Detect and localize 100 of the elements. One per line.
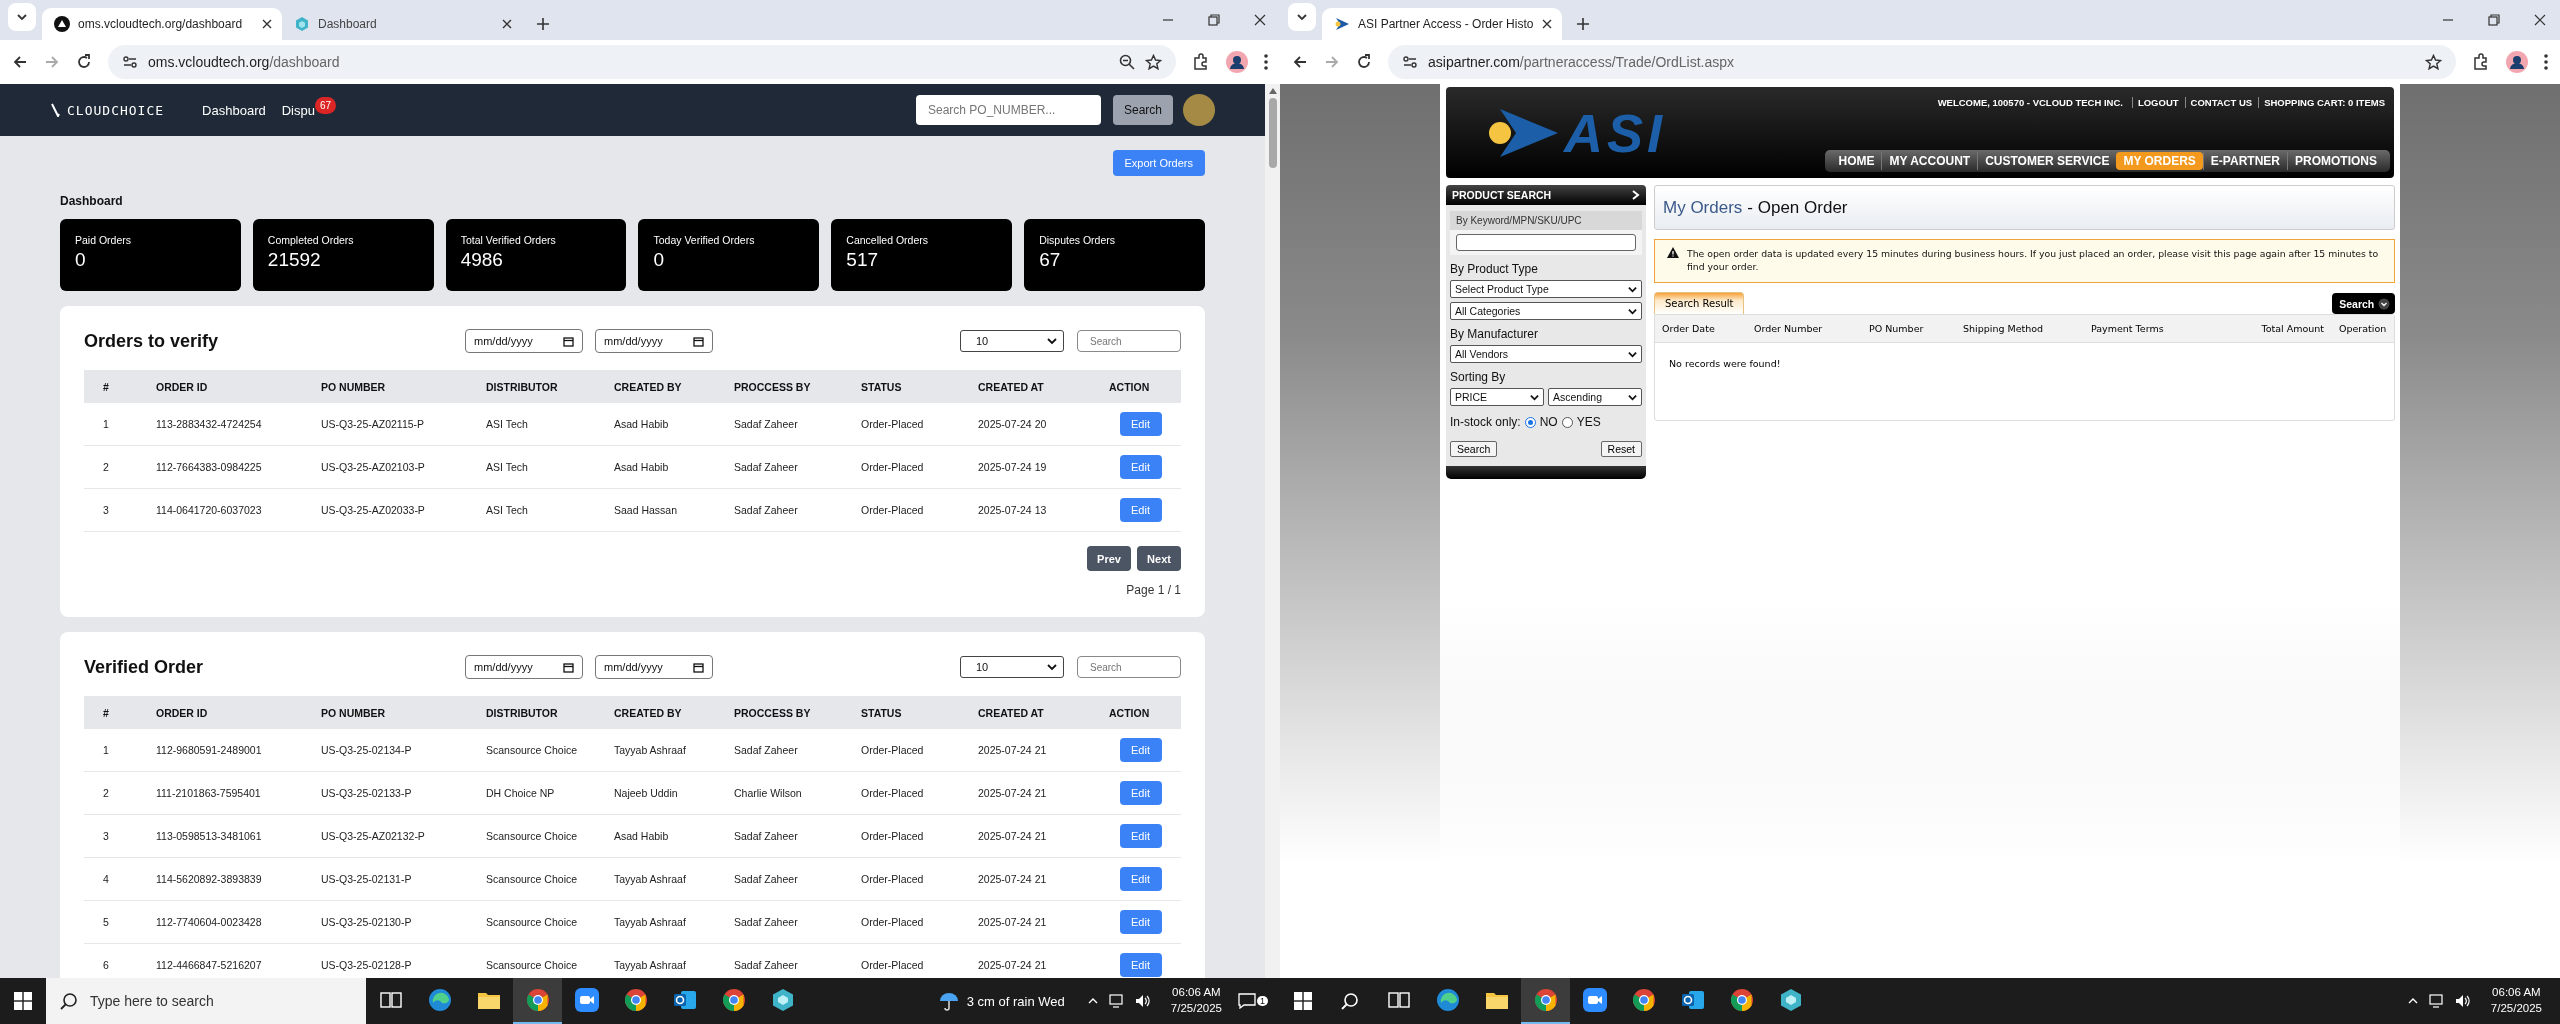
taskbar-app[interactable] — [513, 978, 562, 1024]
dropdown[interactable]: All Vendors — [1450, 345, 1642, 363]
edit-button[interactable]: Edit — [1119, 910, 1162, 934]
reset-button[interactable]: Reset — [1600, 441, 1642, 457]
search-icon[interactable] — [1341, 992, 1359, 1010]
zoom-out-icon[interactable] — [1119, 54, 1135, 70]
address-bar[interactable]: asipartner.com/partneraccess/Trade/OrdList.aspx — [1388, 45, 2456, 79]
plus-icon[interactable] — [536, 17, 550, 31]
chrome-browser-icon[interactable] — [1533, 988, 1558, 1012]
extensions-icon[interactable] — [1192, 53, 1210, 71]
back-icon[interactable] — [1292, 54, 1308, 70]
keyword-field[interactable] — [1456, 234, 1636, 251]
network-icon[interactable] — [1108, 994, 1125, 1008]
edit-button[interactable]: Edit — [1119, 824, 1162, 848]
taskbar-search-box[interactable]: Type here to search — [46, 978, 366, 1024]
date-field[interactable]: mm/dd/yyyy — [465, 655, 583, 679]
tab-list-button[interactable] — [8, 3, 36, 31]
extensions-icon[interactable] — [2472, 53, 2490, 71]
chrome-browser-icon[interactable] — [721, 988, 746, 1012]
restore-icon[interactable] — [1208, 14, 1220, 26]
header-link[interactable]: SHOPPING CART: 0 ITEMS — [2258, 97, 2390, 108]
nav-item[interactable]: MY ACCOUNT — [1881, 152, 1978, 170]
result-tab[interactable]: Search Result — [1654, 292, 1745, 315]
close-icon[interactable] — [502, 19, 512, 29]
more-menu-icon[interactable] — [2544, 54, 2548, 70]
search-field[interactable]: Search — [1077, 330, 1181, 352]
windows-start-icon[interactable] — [14, 992, 32, 1010]
date-field[interactable]: mm/dd/yyyy — [465, 329, 583, 353]
clock[interactable]: 06:06 AM 7/25/2025 — [1160, 985, 1232, 1017]
edit-button[interactable]: Edit — [1119, 867, 1162, 891]
chrome-browser-icon[interactable] — [525, 988, 550, 1012]
video-camera-icon[interactable] — [1582, 988, 1607, 1012]
profile-avatar-icon[interactable] — [2506, 51, 2528, 73]
nav-item[interactable]: E-PARTNER — [2202, 152, 2287, 170]
nav-link[interactable]: Dispu — [281, 102, 315, 118]
scroll-up-icon[interactable] — [1268, 88, 1277, 94]
nav-item[interactable]: HOME — [1831, 152, 1882, 170]
close-icon[interactable] — [262, 19, 272, 29]
hexagon-app-icon[interactable] — [1778, 988, 1803, 1012]
close-icon[interactable] — [1254, 14, 1266, 26]
prev-button[interactable]: Prev — [1087, 546, 1131, 571]
clock[interactable]: 06:06 AM 7/25/2025 — [2480, 985, 2552, 1017]
task-view-icon[interactable] — [1387, 990, 1410, 1010]
search-icon[interactable] — [60, 992, 78, 1010]
close-icon[interactable] — [1542, 19, 1552, 29]
next-button[interactable]: Next — [1137, 546, 1181, 571]
search-button[interactable]: Search — [2332, 293, 2396, 315]
header-link[interactable]: LOGOUT — [2131, 97, 2184, 108]
task-view-icon[interactable] — [379, 990, 402, 1010]
header-link[interactable]: CONTACT US — [2184, 97, 2258, 108]
star-icon[interactable] — [1145, 53, 1162, 71]
speaker-icon[interactable] — [2454, 994, 2471, 1008]
search-button[interactable]: Search — [1113, 95, 1173, 125]
edge-browser-icon[interactable] — [427, 988, 452, 1012]
edit-button[interactable]: Edit — [1119, 738, 1162, 762]
restore-icon[interactable] — [2488, 14, 2500, 26]
plus-icon[interactable] — [1576, 17, 1590, 31]
browser-tab[interactable]: ASI Partner Access - Order Histo — [1322, 8, 1562, 40]
mail-app-icon[interactable] — [1680, 988, 1705, 1012]
speaker-icon[interactable] — [1134, 994, 1151, 1008]
umbrella-icon[interactable] — [938, 991, 959, 1011]
dropdown[interactable]: Select Product Type — [1450, 280, 1642, 298]
windows-start-icon[interactable] — [1294, 992, 1312, 1010]
back-icon[interactable] — [12, 54, 28, 70]
browser-tab[interactable]: Dashboard — [282, 8, 522, 40]
nav-item[interactable]: PROMOTIONS — [2287, 152, 2384, 170]
browser-tab[interactable]: oms.vcloudtech.org/dashboard — [42, 8, 282, 40]
edit-button[interactable]: Edit — [1119, 781, 1162, 805]
edge-browser-icon[interactable] — [1435, 988, 1460, 1012]
edit-button[interactable]: Edit — [1119, 498, 1162, 522]
dropdown[interactable]: PRICE — [1450, 388, 1544, 406]
star-icon[interactable] — [2425, 53, 2442, 71]
dropdown[interactable]: Ascending — [1548, 388, 1642, 406]
reload-icon[interactable] — [1356, 54, 1372, 70]
profile-avatar-icon[interactable] — [1226, 51, 1248, 73]
chrome-browser-icon[interactable] — [1631, 988, 1656, 1012]
export-button[interactable]: Export Orders — [1112, 150, 1205, 176]
search-button[interactable]: Search — [1450, 441, 1498, 457]
address-bar[interactable]: oms.vcloudtech.org/dashboard — [108, 45, 1176, 79]
search-field[interactable]: Search — [1077, 656, 1181, 678]
video-camera-icon[interactable] — [574, 988, 599, 1012]
date-field[interactable]: mm/dd/yyyy — [595, 329, 713, 353]
edit-button[interactable]: Edit — [1119, 412, 1162, 436]
taskbar-search-field[interactable]: Type here to search — [90, 986, 366, 1016]
chrome-browser-icon[interactable] — [623, 988, 648, 1012]
edit-button[interactable]: Edit — [1119, 455, 1162, 479]
network-icon[interactable] — [2428, 994, 2445, 1008]
nav-link[interactable]: Dashboard — [202, 102, 266, 118]
mail-app-icon[interactable] — [672, 988, 697, 1012]
radio-button[interactable] — [1524, 416, 1536, 428]
taskbar-app[interactable] — [1521, 978, 1570, 1024]
dropdown[interactable]: All Categories — [1450, 302, 1642, 320]
avatar[interactable] — [1183, 94, 1215, 126]
chrome-browser-icon[interactable] — [1729, 988, 1754, 1012]
page-size-select[interactable]: 10 — [960, 656, 1064, 678]
edit-button[interactable]: Edit — [1119, 953, 1162, 977]
scrollbar-thumb[interactable] — [1268, 98, 1277, 168]
more-menu-icon[interactable] — [1264, 54, 1268, 70]
radio-button[interactable] — [1561, 416, 1573, 428]
search-field[interactable]: Search PO_NUMBER... — [916, 95, 1101, 125]
